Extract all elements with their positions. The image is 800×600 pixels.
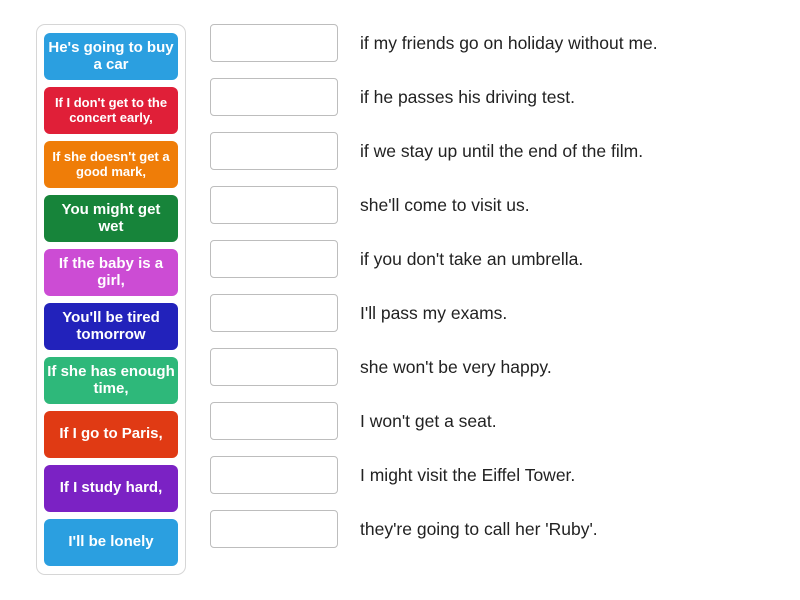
answer-text: if my friends go on holiday without me.: [360, 32, 658, 53]
draggable-tile[interactable]: You'll be tired tomorrow: [44, 303, 178, 350]
draggable-tile[interactable]: You might get wet: [44, 195, 178, 242]
answer-row: I'll pass my exams.: [210, 294, 800, 332]
tile-label: I'll be lonely: [68, 533, 154, 551]
draggable-tile[interactable]: If she has enough time,: [44, 357, 178, 404]
tile-label: You might get wet: [61, 201, 161, 235]
draggable-tile[interactable]: I'll be lonely: [44, 519, 178, 566]
tile-label: If she doesn't get a good mark,: [52, 149, 170, 179]
answer-row: if you don't take an umbrella.: [210, 240, 800, 278]
drop-zone[interactable]: [210, 132, 338, 170]
answer-text: she'll come to visit us.: [360, 194, 530, 215]
answer-text: I'll pass my exams.: [360, 302, 508, 323]
drop-zone[interactable]: [210, 294, 338, 332]
tile-label: If I don't get to the concert early,: [54, 95, 168, 125]
answer-row: she'll come to visit us.: [210, 186, 800, 224]
tile-label: If I go to Paris,: [59, 425, 163, 443]
tile-label: If I study hard,: [59, 479, 163, 497]
tile-label: If she has enough time,: [47, 363, 175, 397]
answer-row: I won't get a seat.: [210, 402, 800, 440]
answer-text: if you don't take an umbrella.: [360, 248, 584, 269]
answer-text: she won't be very happy.: [360, 356, 552, 377]
drop-zone[interactable]: [210, 402, 338, 440]
drop-zone[interactable]: [210, 510, 338, 548]
draggable-tile[interactable]: He's going to buy a car: [44, 33, 178, 80]
answer-text: I won't get a seat.: [360, 410, 497, 431]
draggable-tile[interactable]: If I study hard,: [44, 465, 178, 512]
draggable-tile[interactable]: If the baby is a girl,: [44, 249, 178, 296]
answer-row: I might visit the Eiffel Tower.: [210, 456, 800, 494]
answer-row: she won't be very happy.: [210, 348, 800, 386]
drop-zone[interactable]: [210, 348, 338, 386]
answer-list: if my friends go on holiday without me. i…: [210, 24, 800, 548]
drop-zone[interactable]: [210, 24, 338, 62]
answer-text: they're going to call her 'Ruby'.: [360, 518, 598, 539]
drop-zone[interactable]: [210, 78, 338, 116]
tile-label: He's going to buy a car: [48, 39, 174, 73]
answer-text: I might visit the Eiffel Tower.: [360, 464, 576, 485]
answer-row: they're going to call her 'Ruby'.: [210, 510, 800, 548]
drop-zone[interactable]: [210, 240, 338, 278]
answer-text: if he passes his driving test.: [360, 86, 575, 107]
drop-zone[interactable]: [210, 186, 338, 224]
answer-text: if we stay up until the end of the film.: [360, 140, 644, 161]
answer-row: if he passes his driving test.: [210, 78, 800, 116]
tile-label: You'll be tired tomorrow: [62, 309, 160, 343]
drop-zone[interactable]: [210, 456, 338, 494]
match-up-activity: He's going to buy a car If I don't get to…: [0, 0, 800, 600]
sentence-starter-tray: He's going to buy a car If I don't get to…: [36, 24, 186, 575]
draggable-tile[interactable]: If she doesn't get a good mark,: [44, 141, 178, 188]
answer-row: if my friends go on holiday without me.: [210, 24, 800, 62]
tile-label: If the baby is a girl,: [58, 255, 164, 289]
draggable-tile[interactable]: If I go to Paris,: [44, 411, 178, 458]
answer-row: if we stay up until the end of the film.: [210, 132, 800, 170]
draggable-tile[interactable]: If I don't get to the concert early,: [44, 87, 178, 134]
